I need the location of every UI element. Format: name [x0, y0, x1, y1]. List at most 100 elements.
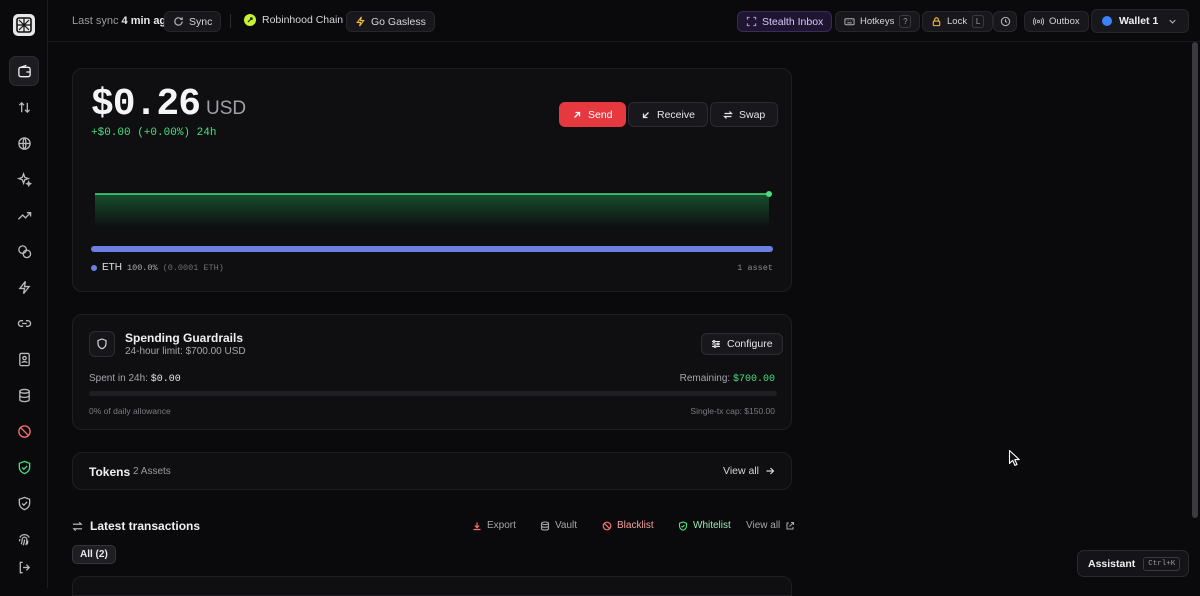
globe-icon — [17, 136, 31, 150]
nav-blocked[interactable] — [9, 416, 39, 446]
broadcast-icon — [1033, 17, 1044, 26]
top-bar: Last sync 4 min ago Sync Robinhood Chain… — [48, 0, 1200, 42]
send-button[interactable]: Send — [559, 102, 626, 127]
allocation-legend: ETH 100.0% (0.0001 ETH) — [91, 262, 224, 273]
shield-icon — [18, 496, 30, 510]
clock-icon — [1000, 16, 1010, 27]
chain-selector[interactable]: Robinhood Chain — [244, 14, 343, 26]
chart-endpoint — [766, 191, 772, 197]
legend-symbol: ETH — [102, 262, 122, 273]
vault-label: Vault — [555, 520, 578, 531]
whitelist-label: Whitelist — [693, 520, 731, 531]
tokens-view-all[interactable]: View all — [723, 465, 775, 477]
tokens-view-all-label: View all — [723, 465, 759, 477]
nav-wallet[interactable] — [9, 56, 39, 86]
wallet-avatar — [1102, 16, 1112, 26]
scrollbar[interactable] — [1192, 42, 1198, 518]
nav-biometric[interactable] — [9, 524, 39, 554]
go-gasless-button[interactable]: Go Gasless — [346, 11, 435, 32]
spent-label: Spent in 24h: — [89, 373, 148, 384]
shield-check-icon — [678, 520, 688, 531]
last-sync-status: Last sync 4 min ago — [72, 15, 173, 27]
transactions-view-all-label: View all — [746, 520, 781, 531]
swap-button[interactable]: Swap — [710, 102, 779, 127]
external-link-icon — [786, 521, 795, 530]
hotkeys-button[interactable]: Hotkeys ? — [835, 11, 921, 32]
vault-button[interactable]: Vault — [540, 520, 577, 531]
transactions-title: Latest transactions — [90, 519, 201, 533]
outbox-button[interactable]: Outbox — [1024, 11, 1089, 32]
sync-button-label: Sync — [189, 15, 213, 28]
filter-all-chip[interactable]: All (2) — [72, 545, 116, 564]
nav-logout[interactable] — [9, 552, 39, 582]
assistant-button[interactable]: Assistant Ctrl+K — [1077, 550, 1190, 577]
receive-label: Receive — [657, 108, 695, 121]
tokens-card[interactable]: Tokens 2 Assets View all — [72, 452, 792, 490]
guardrails-title: Spending Guardrails — [125, 331, 244, 345]
divider — [230, 14, 231, 28]
nav-trending[interactable] — [9, 200, 39, 230]
asset-count: 1 asset — [737, 263, 773, 273]
swap-arrows-icon — [72, 521, 83, 531]
sliders-icon — [712, 340, 720, 348]
nav-links[interactable] — [9, 308, 39, 338]
assistant-label: Assistant — [1088, 557, 1136, 570]
arrow-down-left-icon — [642, 111, 649, 118]
ban-icon — [17, 424, 31, 438]
nav-security[interactable] — [9, 488, 39, 518]
stealth-inbox-button[interactable]: Stealth Inbox — [737, 11, 833, 32]
single-tx-cap: Single-tx cap: $150.00 — [690, 406, 775, 416]
hotkeys-label: Hotkeys — [860, 16, 895, 27]
transactions-heading: Latest transactions — [72, 519, 200, 533]
hotkeys-shortcut: ? — [899, 15, 912, 28]
balance-currency: USD — [206, 98, 247, 119]
go-gasless-label: Go Gasless — [371, 15, 426, 28]
wallet-name: Wallet 1 — [1119, 15, 1159, 27]
chain-name: Robinhood Chain — [262, 14, 344, 26]
send-label: Send — [588, 108, 613, 121]
spent-value: $0.00 — [150, 374, 181, 385]
nav-network[interactable] — [9, 128, 39, 158]
fingerprint-icon — [18, 533, 30, 545]
nav-contacts[interactable] — [9, 344, 39, 374]
nav-storage[interactable] — [9, 380, 39, 410]
lock-button[interactable]: Lock L — [922, 11, 994, 32]
allowance-progress-bar — [89, 391, 777, 396]
eth-color-dot — [91, 264, 97, 271]
legend-percent: 100.0% — [127, 262, 158, 273]
wallet-selector[interactable]: Wallet 1 — [1091, 9, 1190, 33]
history-button[interactable] — [993, 11, 1017, 32]
mouse-cursor-icon — [1008, 449, 1020, 466]
swap-icon — [723, 110, 733, 119]
remaining-label: Remaining: — [679, 373, 731, 384]
guardrails-shield — [89, 331, 115, 357]
nav-transfers[interactable] — [9, 92, 39, 122]
tokens-title: Tokens — [89, 465, 131, 479]
nav-coins[interactable] — [9, 236, 39, 266]
sync-button[interactable]: Sync — [164, 11, 222, 32]
configure-button[interactable]: Configure — [701, 333, 783, 355]
blacklist-label: Blacklist — [617, 520, 654, 531]
chart-area — [95, 194, 769, 227]
robinhood-chain-icon — [244, 14, 256, 26]
lock-icon — [932, 17, 941, 27]
export-button[interactable]: Export — [472, 520, 516, 531]
nav-ai[interactable] — [9, 164, 39, 194]
nav-lightning[interactable] — [9, 272, 39, 302]
nav-whitelist[interactable] — [9, 452, 39, 482]
transactions-view-all[interactable]: View all — [746, 520, 795, 531]
whitelist-button[interactable]: Whitelist — [678, 520, 731, 531]
app-logo[interactable] — [13, 14, 35, 36]
tokens-count: 2 Assets — [133, 466, 171, 477]
stealth-inbox-label: Stealth Inbox — [762, 15, 824, 28]
portfolio-card: $0.26 USD +$0.00 (+0.00%) 24h Send Recei… — [72, 68, 792, 292]
refresh-icon — [174, 17, 183, 26]
allocation-bar — [91, 246, 773, 252]
guardrails-limit: 24-hour limit: $700.00 USD — [125, 346, 246, 357]
sidebar — [0, 0, 48, 588]
configure-label: Configure — [727, 338, 773, 350]
database-icon — [18, 388, 30, 402]
export-label: Export — [487, 520, 516, 531]
blacklist-button[interactable]: Blacklist — [602, 520, 654, 531]
receive-button[interactable]: Receive — [628, 102, 708, 127]
